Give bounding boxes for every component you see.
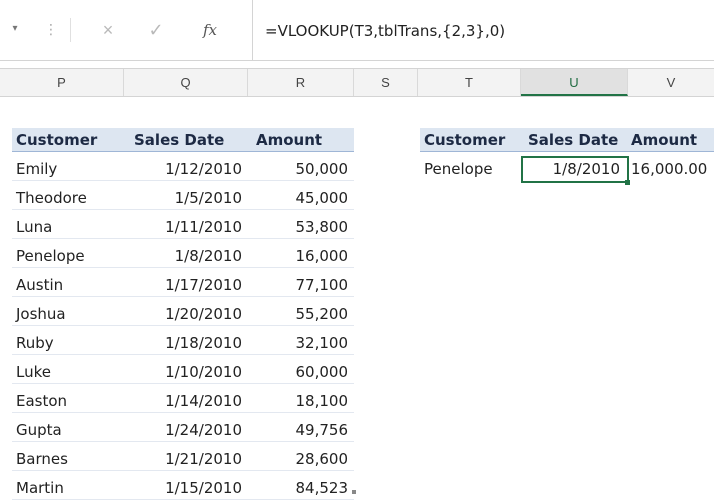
column-header-r[interactable]: R <box>248 69 354 96</box>
amount-cell[interactable]: 32,100 <box>248 331 354 355</box>
amount-cell[interactable]: 18,100 <box>248 389 354 413</box>
column-header-p[interactable]: P <box>0 69 124 96</box>
sales-date-cell[interactable]: 1/17/2010 <box>124 273 248 297</box>
customer-cell[interactable]: Easton <box>12 389 124 413</box>
column-headers: P Q R S T U V <box>0 68 714 97</box>
customer-cell[interactable]: Barnes <box>12 447 124 471</box>
lookup-header-customer[interactable]: Customer <box>420 128 522 152</box>
sales-date-cell[interactable]: 1/14/2010 <box>124 389 248 413</box>
amount-cell[interactable]: 28,600 <box>248 447 354 471</box>
formula-text: =VLOOKUP(T3,tblTrans,{2,3},0) <box>265 22 506 40</box>
sales-date-cell[interactable]: 1/18/2010 <box>124 331 248 355</box>
sales-date-cell[interactable]: 1/24/2010 <box>124 418 248 442</box>
customer-cell[interactable]: Ruby <box>12 331 124 355</box>
table-header-customer[interactable]: Customer <box>12 128 124 152</box>
lookup-customer-cell[interactable]: Penelope <box>420 157 522 181</box>
customer-cell[interactable]: Gupta <box>12 418 124 442</box>
customer-cell[interactable]: Emily <box>12 157 124 181</box>
column-header-q[interactable]: Q <box>124 69 248 96</box>
name-box-dropdown-icon[interactable]: ▾ <box>8 22 22 36</box>
table-header-sales-date[interactable]: Sales Date <box>124 128 248 152</box>
amount-cell[interactable]: 50,000 <box>248 157 354 181</box>
lookup-header-amount[interactable]: Amount <box>628 128 714 152</box>
amount-cell[interactable]: 45,000 <box>248 186 354 210</box>
sales-date-cell[interactable]: 1/21/2010 <box>124 447 248 471</box>
table-resize-handle[interactable] <box>352 490 356 494</box>
table-header-amount[interactable]: Amount <box>248 128 354 152</box>
enter-check-icon[interactable]: ✓ <box>144 18 168 42</box>
customer-cell[interactable]: Theodore <box>12 186 124 210</box>
divider <box>70 18 71 42</box>
column-header-t[interactable]: T <box>418 69 521 96</box>
formula-bar: ▾ ⋮ × ✓ fx =VLOOKUP(T3,tblTrans,{2,3},0) <box>0 0 714 61</box>
column-header-v[interactable]: V <box>628 69 714 96</box>
cancel-icon[interactable]: × <box>96 18 120 42</box>
lookup-header-sales-date[interactable]: Sales Date <box>522 128 628 152</box>
sales-date-cell[interactable]: 1/12/2010 <box>124 157 248 181</box>
customer-cell[interactable]: Luna <box>12 215 124 239</box>
customer-cell[interactable]: Austin <box>12 273 124 297</box>
amount-cell[interactable]: 60,000 <box>248 360 354 384</box>
amount-cell[interactable]: 53,800 <box>248 215 354 239</box>
amount-cell[interactable]: 16,000 <box>248 244 354 268</box>
active-cell-border <box>521 156 629 183</box>
lookup-amount-cell[interactable]: 16,000.00 <box>628 157 714 181</box>
insert-function-icon[interactable]: fx <box>198 18 222 42</box>
amount-cell[interactable]: 77,100 <box>248 273 354 297</box>
sales-date-cell[interactable]: 1/10/2010 <box>124 360 248 384</box>
vertical-dots-icon: ⋮ <box>44 21 58 37</box>
amount-cell[interactable]: 84,523 <box>248 476 354 500</box>
column-header-s[interactable]: S <box>354 69 418 96</box>
customer-cell[interactable]: Penelope <box>12 244 124 268</box>
customer-cell[interactable]: Martin <box>12 476 124 500</box>
fill-handle[interactable] <box>625 180 630 185</box>
sales-date-cell[interactable]: 1/5/2010 <box>124 186 248 210</box>
sales-date-cell[interactable]: 1/11/2010 <box>124 215 248 239</box>
amount-cell[interactable]: 55,200 <box>248 302 354 326</box>
amount-cell[interactable]: 49,756 <box>248 418 354 442</box>
sales-date-cell[interactable]: 1/15/2010 <box>124 476 248 500</box>
column-header-u[interactable]: U <box>521 69 628 96</box>
formula-input[interactable]: =VLOOKUP(T3,tblTrans,{2,3},0) <box>252 0 714 60</box>
sales-date-cell[interactable]: 1/8/2010 <box>124 244 248 268</box>
customer-cell[interactable]: Luke <box>12 360 124 384</box>
customer-cell[interactable]: Joshua <box>12 302 124 326</box>
sales-date-cell[interactable]: 1/20/2010 <box>124 302 248 326</box>
